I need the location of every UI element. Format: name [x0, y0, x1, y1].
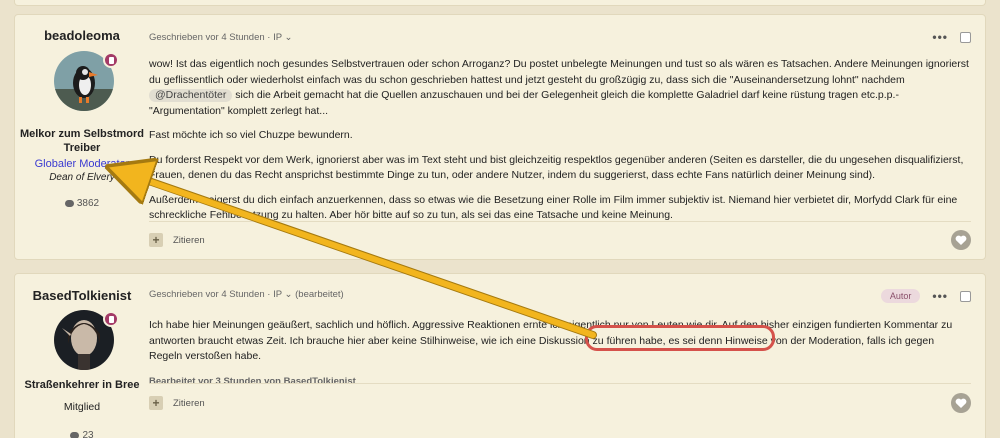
post-footer: + Zitieren	[149, 396, 205, 410]
previous-post-edge	[14, 0, 986, 6]
paragraph: Du forderst Respekt vor dem Werk, ignori…	[149, 153, 964, 182]
ellipsis-icon[interactable]: •••	[932, 30, 948, 44]
paragraph: Fast möchte ich so viel Chuzpe bewundern…	[149, 129, 353, 141]
author-badge: Autor	[880, 289, 921, 303]
edited-note: Bearbeitet vor 3 Stunden von BasedTolkie…	[149, 375, 356, 387]
user-group: Globaler Moderator	[34, 158, 130, 170]
member-badge-icon	[103, 311, 119, 327]
highlight-annotation	[585, 325, 775, 351]
post-tools: Autor •••	[880, 289, 971, 303]
heart-icon[interactable]	[951, 230, 971, 250]
comment-icon	[64, 199, 74, 207]
author-panel: beadoleoma Melkor zum Selbstmord Treiber…	[15, 15, 149, 259]
post: BasedTolkienist Straßenkehrer in Bree Mi…	[14, 273, 986, 438]
post-count: 23	[15, 430, 149, 438]
paragraph: Ich habe hier Meinungen geäußert, sachli…	[149, 319, 953, 362]
paragraph: wow! Ist das eigentlich noch gesundes Se…	[149, 58, 969, 117]
user-title: Dean of Elvery	[49, 172, 115, 183]
post: beadoleoma Melkor zum Selbstmord Treiber…	[14, 14, 986, 260]
post-meta[interactable]: Geschrieben vor 4 Stunden · IP ⌄	[149, 32, 293, 43]
user-group: Mitglied	[63, 401, 101, 413]
post-body: Ich habe hier Meinungen geäußert, sachli…	[149, 318, 969, 398]
divider	[149, 383, 971, 384]
plus-icon[interactable]: +	[149, 233, 163, 247]
post-content: Geschrieben vor 4 Stunden · IP ⌄ (bearbe…	[149, 274, 985, 438]
author-name[interactable]: BasedTolkienist	[15, 288, 149, 303]
post-body: wow! Ist das eigentlich noch gesundes Se…	[149, 57, 969, 233]
moderator-badge-icon	[103, 52, 119, 68]
user-mention[interactable]: @Drachentöter	[149, 89, 233, 102]
author-name[interactable]: beadoleoma	[15, 28, 149, 43]
plus-icon[interactable]: +	[149, 396, 163, 410]
post-tools: •••	[932, 30, 971, 44]
author-panel: BasedTolkienist Straßenkehrer in Bree Mi…	[15, 274, 149, 438]
quote-button[interactable]: Zitieren	[173, 235, 205, 246]
user-rank: Straßenkehrer in Bree	[24, 379, 140, 391]
post-count: 3862	[15, 198, 149, 209]
post-footer: + Zitieren	[149, 233, 205, 247]
select-checkbox[interactable]	[960, 290, 971, 302]
paragraph: Außerdem weigerst du dich einfach anzuer…	[149, 193, 958, 222]
user-rank: Melkor zum Selbstmord Treiber	[19, 128, 145, 154]
post-meta[interactable]: Geschrieben vor 4 Stunden · IP ⌄ (bearbe…	[149, 289, 344, 300]
heart-icon[interactable]	[951, 393, 971, 413]
select-checkbox[interactable]	[960, 31, 971, 43]
quote-button[interactable]: Zitieren	[173, 398, 205, 409]
divider	[149, 221, 971, 222]
comment-icon	[70, 431, 80, 438]
post-content: Geschrieben vor 4 Stunden · IP ⌄ ••• wow…	[149, 15, 985, 259]
ellipsis-icon[interactable]: •••	[932, 289, 948, 303]
